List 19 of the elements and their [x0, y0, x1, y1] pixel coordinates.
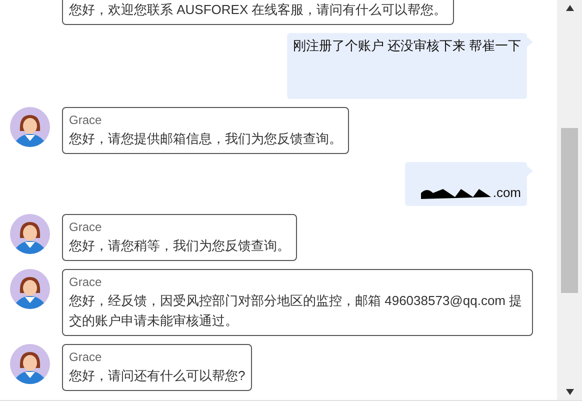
message-text: 您好，请您提供邮箱信息，我们为您反馈查询。 — [69, 130, 342, 148]
avatar-icon — [10, 269, 50, 309]
scroll-up-icon[interactable] — [564, 4, 574, 12]
avatar-icon — [10, 107, 50, 147]
message-text: .com — [492, 184, 521, 202]
message-text: 您好，欢迎您联系 AUSFOREX 在线客服，请问有什么可以帮您。 — [69, 1, 447, 19]
scrollbar-thumb[interactable] — [561, 128, 578, 293]
scroll-down-icon[interactable] — [564, 388, 574, 396]
sender-name: Grace — [69, 274, 103, 291]
scrollbar[interactable] — [557, 0, 582, 400]
sender-name: Grace — [69, 349, 103, 366]
message-text: 您好，请您稍等，我们为您反馈查询。 — [69, 237, 290, 255]
sender-name: Grace — [69, 219, 103, 236]
message-text: 您好，经反馈，因受风控部门对部分地区的监控，邮箱 496038573@qq.com 提交的账户申请未能审核通过。 — [69, 292, 524, 330]
avatar-icon — [10, 344, 50, 384]
sender-name: Grace — [69, 112, 103, 129]
avatar-icon — [10, 214, 50, 254]
message-text: 您好，请问还有什么可以帮您? — [69, 367, 246, 385]
message-text: 刚注册了个账户 还没审核下来 帮崔一下 — [292, 38, 521, 53]
